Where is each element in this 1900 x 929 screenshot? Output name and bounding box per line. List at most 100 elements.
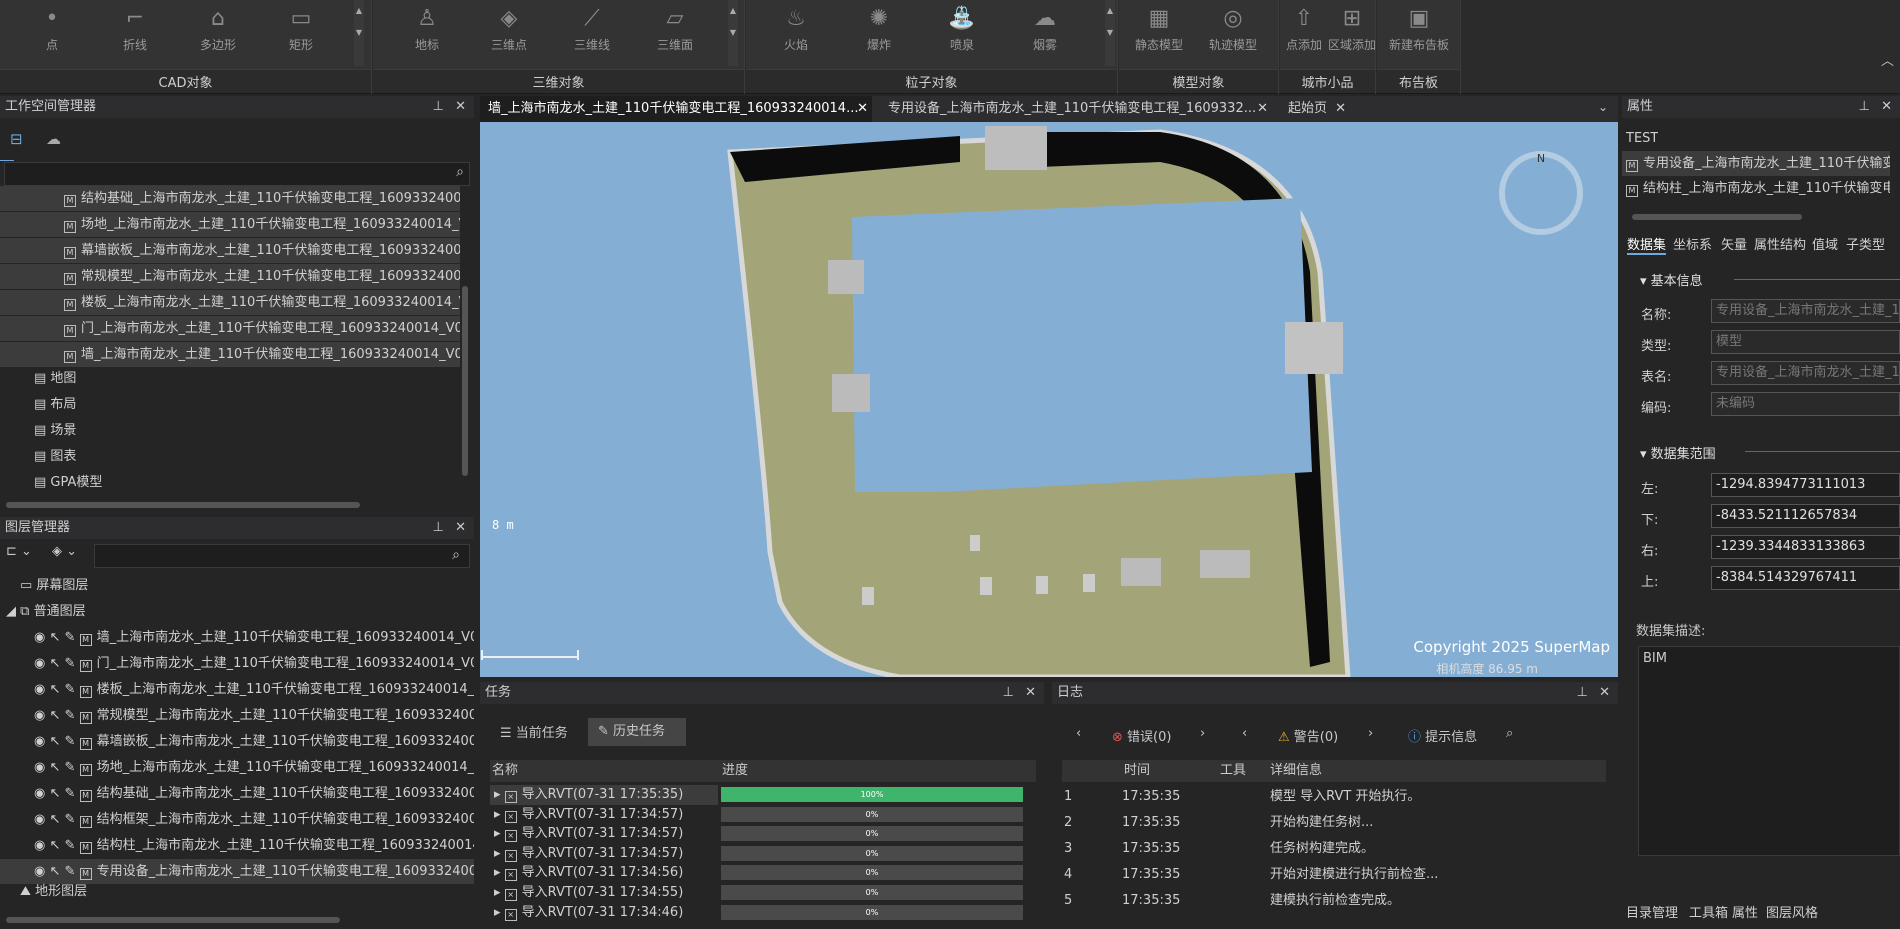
layer-search-input[interactable] <box>94 544 470 568</box>
description-field[interactable]: BIM <box>1638 646 1900 856</box>
workspace-dataset-item[interactable]: M 楼板_上海市南龙水_土建_110千伏输变电工程_160933240014_V0 <box>0 290 460 315</box>
editable-pencil-icon[interactable]: ✎ <box>65 838 76 853</box>
ribbon-point-button[interactable]: • 点 <box>16 2 88 66</box>
ribbon-static-model-button[interactable]: ▦ 静态模型 <box>1123 2 1195 66</box>
bottom-tab[interactable]: 目录管理 <box>1626 902 1678 921</box>
ribbon-3d-line-button[interactable]: ⟋ 三维线 <box>556 2 628 66</box>
ribbon-smoke-button[interactable]: ☁ 烟雾 <box>1009 2 1081 66</box>
table-field[interactable]: 专用设备_上海市南龙水_土建_11 <box>1711 361 1900 385</box>
normal-layer-node[interactable]: ◢ ⧉ 普通图层 <box>6 599 86 624</box>
bottom-field[interactable]: -8433.521112657834 <box>1711 504 1900 528</box>
visible-eye-icon[interactable]: ◉ <box>34 682 45 697</box>
prop-tab[interactable]: 值域 <box>1812 234 1838 253</box>
add-layer-icon[interactable]: ⊏ ⌄ <box>6 544 32 559</box>
pin-icon[interactable]: ⊥ <box>433 96 444 118</box>
vertical-scrollbar[interactable] <box>462 286 468 476</box>
selectable-icon[interactable]: ↖ <box>49 682 60 697</box>
log-row[interactable]: 2 17:35:35 开始构建任务树... <box>1064 813 1594 833</box>
horizontal-scrollbar[interactable] <box>6 502 360 508</box>
prop-tab[interactable]: 属性结构 <box>1754 234 1806 253</box>
task-row[interactable]: ▸ × 导入RVT(07-31 17:34:46) <box>490 903 718 923</box>
close-icon[interactable]: ✕ <box>857 96 868 122</box>
task-row[interactable]: ▸ × 导入RVT(07-31 17:34:56) <box>490 863 718 883</box>
warnings-filter[interactable]: ⚠ 警告(0) <box>1278 726 1338 745</box>
layer-item[interactable]: ◉ ↖ ✎ M 结构柱_上海市南龙水_土建_110千伏输变电工程_16093324… <box>0 833 474 858</box>
workspace-dataset-item[interactable]: M 常规模型_上海市南龙水_土建_110千伏输变电工程_16093324001 <box>0 264 460 289</box>
visible-eye-icon[interactable]: ◉ <box>34 656 45 671</box>
close-icon[interactable]: ✕ <box>1025 682 1036 704</box>
right-field[interactable]: -1239.3344833133863 <box>1711 535 1900 559</box>
bottom-tab[interactable]: 图层风格 <box>1766 902 1818 921</box>
workspace-dataset-item[interactable]: M 幕墙嵌板_上海市南龙水_土建_110千伏输变电工程_16093324001 <box>0 238 460 263</box>
errors-filter[interactable]: ⊗ 错误(0) <box>1112 726 1171 745</box>
tab-start-page[interactable]: 起始页 ✕ <box>1280 96 1350 122</box>
prop-tree-item[interactable]: M 结构柱_上海市南龙水_土建_110千伏输变电 <box>1626 176 1890 201</box>
selectable-icon[interactable]: ↖ <box>49 708 60 723</box>
close-icon[interactable]: ✕ <box>1599 682 1610 704</box>
ribbon-polygon-button[interactable]: ⌂ 多边形 <box>182 2 254 66</box>
workspace-dataset-item[interactable]: M 结构基础_上海市南龙水_土建_110千伏输变电工程_16093324001 <box>0 186 460 211</box>
workspace-node-scene[interactable]: ▤ 场景 <box>34 418 76 443</box>
editable-pencil-icon[interactable]: ✎ <box>65 812 76 827</box>
visible-eye-icon[interactable]: ◉ <box>34 760 45 775</box>
editable-pencil-icon[interactable]: ✎ <box>65 734 76 749</box>
log-row[interactable]: 1 17:35:35 模型 导入RVT 开始执行。 <box>1064 787 1594 807</box>
bottom-tab[interactable]: 属性 <box>1732 902 1758 921</box>
selectable-icon[interactable]: ↖ <box>49 864 60 879</box>
ribbon-flame-button[interactable]: ♨ 火焰 <box>760 2 832 66</box>
selectable-icon[interactable]: ↖ <box>49 838 60 853</box>
ribbon-3d-face-button[interactable]: ▱ 三维面 <box>639 2 711 66</box>
ribbon-landmark-button[interactable]: ♙ 地标 <box>391 2 463 66</box>
layer-item[interactable]: ◉ ↖ ✎ M 结构框架_上海市南龙水_土建_110千伏输变电工程_1609332… <box>0 807 474 832</box>
workspace-dataset-item[interactable]: M 场地_上海市南龙水_土建_110千伏输变电工程_160933240014_V0 <box>0 212 460 237</box>
ribbon-scroll[interactable]: ▲ ▼ <box>728 0 738 66</box>
tab-list-chevron-icon[interactable]: ⌄ <box>1598 100 1608 114</box>
scene-view[interactable]: N 8 m Copyright 2025 SuperMap 相机高度 86.95… <box>480 122 1618 677</box>
horizontal-scrollbar[interactable] <box>1632 214 1802 220</box>
prop-tree-root[interactable]: TEST <box>1626 126 1658 151</box>
tab-equipment-scene[interactable]: 专用设备_上海市南龙水_土建_110千伏输变电工程_1609332... ✕ <box>880 96 1272 122</box>
editable-pencil-icon[interactable]: ✎ <box>65 864 76 879</box>
search-icon[interactable]: ⌕ <box>452 547 460 563</box>
log-row[interactable]: 5 17:35:35 建模执行前检查完成。 <box>1064 891 1594 911</box>
tab-current-tasks[interactable]: ☰ 当前任务 <box>500 722 568 741</box>
visible-eye-icon[interactable]: ◉ <box>34 812 45 827</box>
pin-icon[interactable]: ⊥ <box>1003 682 1014 704</box>
workspace-node-gpa-model[interactable]: ▤ GPA模型 <box>34 470 102 495</box>
ribbon-area-add-button[interactable]: ⊞ 区域添加 <box>1324 2 1380 66</box>
selectable-icon[interactable]: ↖ <box>49 760 60 775</box>
editable-pencil-icon[interactable]: ✎ <box>65 656 76 671</box>
editable-pencil-icon[interactable]: ✎ <box>65 760 76 775</box>
ribbon-track-model-button[interactable]: ◎ 轨迹模型 <box>1197 2 1269 66</box>
search-icon[interactable]: ⌕ <box>1506 726 1513 741</box>
selectable-icon[interactable]: ↖ <box>49 812 60 827</box>
type-field[interactable]: 模型 <box>1711 330 1900 354</box>
ribbon-scroll[interactable]: ▲ ▼ <box>354 0 364 66</box>
editable-pencil-icon[interactable]: ✎ <box>65 682 76 697</box>
workspace-view-icon[interactable]: ⊟ <box>10 130 23 148</box>
prop-tab[interactable]: 子类型 <box>1846 234 1885 253</box>
task-row[interactable]: ▸ × 导入RVT(07-31 17:34:55) <box>490 883 718 903</box>
close-icon[interactable]: ✕ <box>1881 96 1892 118</box>
ribbon-rectangle-button[interactable]: ▭ 矩形 <box>265 2 337 66</box>
cloud-icon[interactable]: ☁ <box>46 130 61 148</box>
layer-item[interactable]: ◉ ↖ ✎ M 场地_上海市南龙水_土建_110千伏输变电工程_160933240… <box>0 755 474 780</box>
visible-eye-icon[interactable]: ◉ <box>34 630 45 645</box>
workspace-search-input[interactable] <box>4 162 470 186</box>
layer-item[interactable]: ◉ ↖ ✎ M 幕墙嵌板_上海市南龙水_土建_110千伏输变电工程_1609332… <box>0 729 474 754</box>
visible-eye-icon[interactable]: ◉ <box>34 734 45 749</box>
workspace-node-chart[interactable]: ▤ 图表 <box>34 444 76 469</box>
collapse-ribbon-icon[interactable]: ︿ <box>1881 50 1894 69</box>
ribbon-fountain-button[interactable]: ⛲ 喷泉 <box>926 2 998 66</box>
layer-item[interactable]: ◉ ↖ ✎ M 常规模型_上海市南龙水_土建_110千伏输变电工程_1609332… <box>0 703 474 728</box>
selectable-icon[interactable]: ↖ <box>49 630 60 645</box>
log-row[interactable]: 4 17:35:35 开始对建模进行执行前检查... <box>1064 865 1594 885</box>
ribbon-point-add-button[interactable]: ⇧ 点添加 <box>1280 2 1328 66</box>
prev-icon[interactable]: ‹ <box>1076 726 1081 741</box>
visible-eye-icon[interactable]: ◉ <box>34 864 45 879</box>
ribbon-3d-point-button[interactable]: ◈ 三维点 <box>473 2 545 66</box>
ribbon-explosion-button[interactable]: ✺ 爆炸 <box>843 2 915 66</box>
prev-icon[interactable]: ‹ <box>1242 726 1247 741</box>
selectable-icon[interactable]: ↖ <box>49 734 60 749</box>
task-row[interactable]: ▸ × 导入RVT(07-31 17:34:57) <box>490 844 718 864</box>
